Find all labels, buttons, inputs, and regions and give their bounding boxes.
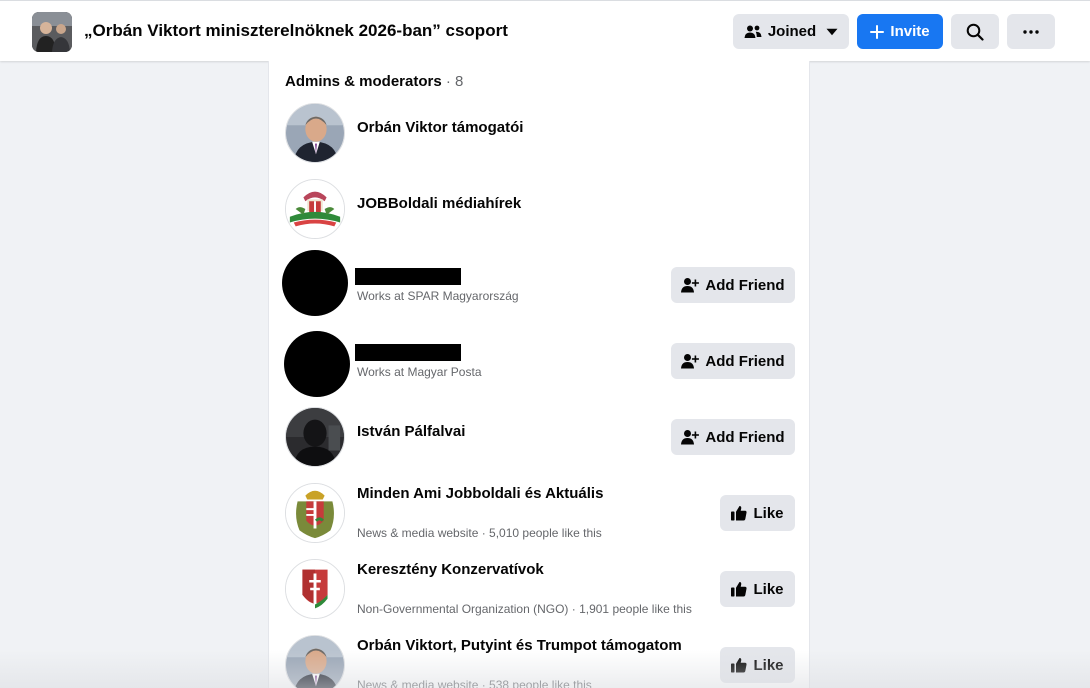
member-avatar[interactable] (285, 103, 345, 163)
caret-down-icon (826, 28, 838, 35)
member-name[interactable]: JOBBoldali médiahírek (357, 195, 521, 212)
invite-button[interactable]: Invite (857, 14, 943, 49)
thumbs-up-icon (731, 506, 748, 521)
thumbs-up-icon (731, 658, 748, 673)
add-friend-button[interactable]: Add Friend (671, 343, 795, 379)
redacted-avatar[interactable] (282, 250, 348, 316)
member-subtitle: Works at Magyar Posta (357, 365, 482, 379)
add-friend-icon (681, 354, 700, 369)
joined-label: Joined (767, 23, 817, 40)
page-subtitle: Non-Governmental Organization (NGO) · 1,… (357, 602, 692, 616)
people-icon (744, 25, 762, 38)
like-label: Like (753, 580, 784, 598)
admin-count: 8 (455, 73, 464, 90)
search-button[interactable] (951, 14, 999, 49)
page-name[interactable]: Orbán Viktort, Putyint és Trumpot támoga… (357, 637, 682, 654)
add-friend-label: Add Friend (705, 428, 785, 446)
add-friend-icon (681, 430, 700, 445)
like-button[interactable]: Like (720, 647, 795, 683)
admins-moderators-card: Admins & moderators · 8 Orbán Viktor tám… (268, 61, 810, 688)
page-avatar[interactable] (285, 559, 345, 619)
more-options-button[interactable] (1007, 14, 1055, 49)
group-title[interactable]: „Orbán Viktort miniszterelnöknek 2026-ba… (84, 21, 508, 41)
redacted-name (355, 344, 461, 361)
member-name[interactable]: István Pálfalvai (357, 423, 465, 440)
like-label: Like (753, 656, 784, 674)
add-friend-button[interactable]: Add Friend (671, 419, 795, 455)
redacted-name (355, 268, 461, 285)
page-subtitle: News & media website · 538 people like t… (357, 678, 592, 688)
page-avatar[interactable] (285, 483, 345, 543)
section-title: Admins & moderators · 8 (285, 73, 464, 90)
ellipsis-icon (1023, 29, 1039, 34)
like-button[interactable]: Like (720, 495, 795, 531)
page-name[interactable]: Keresztény Konzervatívok (357, 561, 544, 578)
page-subtitle: News & media website · 5,010 people like… (357, 526, 602, 540)
member-subtitle: Works at SPAR Magyarország (357, 289, 519, 303)
add-friend-label: Add Friend (705, 276, 785, 294)
search-icon (966, 23, 984, 41)
add-friend-icon (681, 278, 700, 293)
group-header: „Orbán Viktort miniszterelnöknek 2026-ba… (0, 0, 1090, 61)
add-friend-button[interactable]: Add Friend (671, 267, 795, 303)
redacted-avatar[interactable] (284, 331, 350, 397)
page-name[interactable]: Minden Ami Jobboldali és Aktuális (357, 485, 603, 502)
like-label: Like (753, 504, 784, 522)
page-avatar[interactable] (285, 635, 345, 688)
plus-icon (870, 24, 885, 39)
like-button[interactable]: Like (720, 571, 795, 607)
add-friend-label: Add Friend (705, 352, 785, 370)
member-name[interactable]: Orbán Viktor támogatói (357, 119, 523, 136)
group-cover-thumbnail[interactable] (32, 12, 72, 52)
joined-button[interactable]: Joined (733, 14, 849, 49)
thumbs-up-icon (731, 582, 748, 597)
member-avatar[interactable] (285, 407, 345, 467)
member-avatar[interactable] (285, 179, 345, 239)
invite-label: Invite (890, 23, 930, 40)
